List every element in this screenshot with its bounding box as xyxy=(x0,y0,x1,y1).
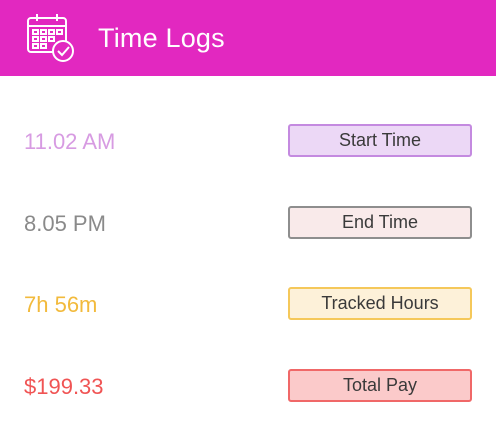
calendar-check-icon xyxy=(25,12,77,64)
end-time-value: 8.05 PM xyxy=(24,211,106,236)
start-time-row: 11.02 AM Start Time xyxy=(0,124,496,160)
end-time-row: 8.05 PM End Time xyxy=(0,206,496,242)
total-pay-row: $199.33 Total Pay xyxy=(0,369,496,405)
app-header: Time Logs xyxy=(0,0,496,76)
tracked-hours-label: Tracked Hours xyxy=(288,287,472,320)
total-pay-value: $199.33 xyxy=(24,374,104,399)
start-time-value: 11.02 AM xyxy=(24,129,116,154)
total-pay-label: Total Pay xyxy=(288,369,472,402)
tracked-hours-row: 7h 56m Tracked Hours xyxy=(0,287,496,323)
page-title: Time Logs xyxy=(98,23,225,53)
time-logs-screen: Time Logs 11.02 AM Start Time 8.05 PM En… xyxy=(0,0,496,444)
tracked-hours-value: 7h 56m xyxy=(24,292,98,317)
start-time-label: Start Time xyxy=(288,124,472,157)
end-time-label: End Time xyxy=(288,206,472,239)
